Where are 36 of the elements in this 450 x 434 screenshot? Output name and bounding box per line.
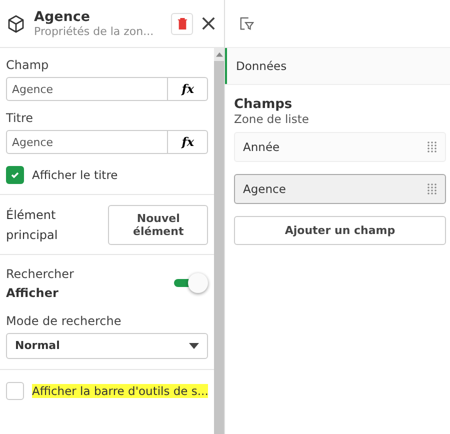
- field-input[interactable]: Agence: [6, 77, 168, 101]
- toggle-switch[interactable]: [174, 273, 208, 294]
- new-element-button[interactable]: Nouvel élément: [108, 205, 208, 246]
- search-value: Afficher: [6, 286, 60, 300]
- filter-pane-icon[interactable]: [239, 16, 254, 31]
- scrollbar[interactable]: [214, 48, 224, 434]
- search-mode-label: Mode de recherche: [6, 314, 122, 328]
- field-item[interactable]: Année: [234, 132, 446, 162]
- expression-button[interactable]: fx: [168, 130, 208, 154]
- search-label: Rechercher: [6, 266, 74, 281]
- search-mode-dropdown[interactable]: Normal: [6, 332, 208, 359]
- checkbox-label: Afficher le titre: [32, 168, 118, 182]
- field-item[interactable]: Agence: [234, 174, 446, 204]
- panel-subtitle: Propriétés de la zon...: [34, 25, 155, 38]
- drag-handle-icon[interactable]: [427, 141, 437, 153]
- delete-button[interactable]: [171, 12, 193, 34]
- field-label: Champ: [6, 58, 50, 72]
- add-field-button[interactable]: Ajouter un champ: [234, 216, 446, 245]
- title-label: Titre: [6, 111, 34, 125]
- close-icon[interactable]: [201, 16, 216, 31]
- caret-icon: [189, 342, 200, 349]
- checkbox[interactable]: [6, 382, 24, 400]
- tab[interactable]: Données: [225, 48, 450, 84]
- checkbox-label: Afficher la barre d'outils de s...: [32, 384, 208, 398]
- title-input[interactable]: Agence: [6, 130, 168, 154]
- main-element-label: Élément principal: [6, 206, 59, 244]
- check-icon: [10, 170, 20, 180]
- trash-icon: [176, 17, 188, 30]
- section-subtitle: Zone de liste: [234, 112, 310, 126]
- cube-icon: [6, 14, 26, 34]
- expression-button[interactable]: fx: [168, 77, 208, 101]
- scroll-up-icon[interactable]: [216, 52, 223, 57]
- drag-handle-icon[interactable]: [427, 183, 437, 195]
- section-title: Champs: [234, 97, 294, 112]
- checkbox[interactable]: [6, 166, 24, 184]
- panel-title: Agence: [34, 9, 92, 25]
